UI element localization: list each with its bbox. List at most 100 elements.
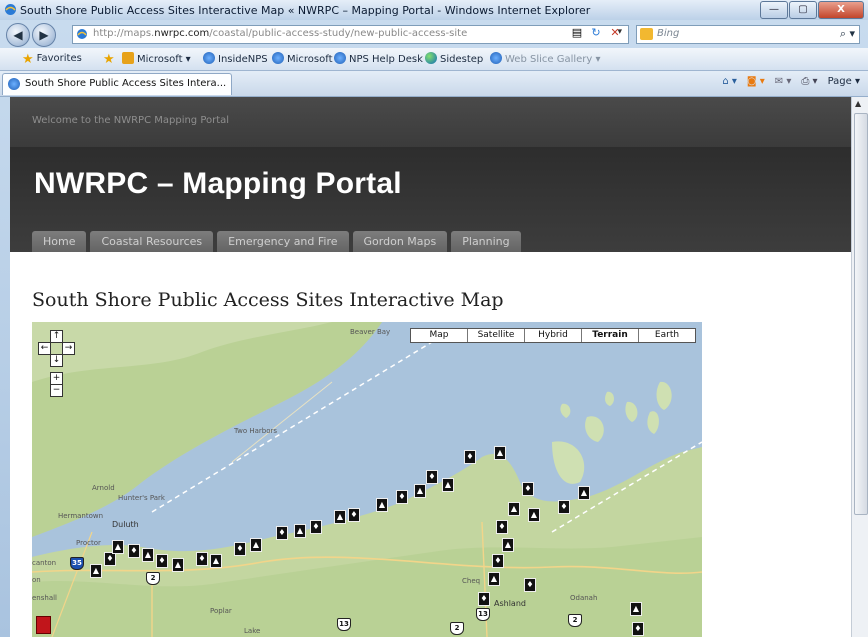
access-site-marker-icon[interactable]: ♦ — [558, 500, 570, 514]
compatibility-view-icon[interactable]: ▤ — [569, 25, 585, 41]
tab-ie-icon — [8, 78, 20, 90]
access-site-marker-icon[interactable]: ♦ — [128, 544, 140, 558]
access-site-marker-icon[interactable]: ▲ — [414, 484, 426, 498]
access-site-marker-icon[interactable]: ▲ — [528, 508, 540, 522]
scrollbar-thumb[interactable] — [854, 113, 868, 515]
map-type-earth[interactable]: Earth — [638, 329, 695, 342]
home-icon[interactable]: ⌂ ▾ — [722, 76, 737, 87]
forward-button[interactable]: ▶ — [32, 23, 56, 47]
access-site-marker-icon[interactable]: ▲ — [376, 498, 388, 512]
fav-item-nps-help-desk[interactable]: NPS Help Desk — [334, 52, 423, 65]
access-site-marker-icon[interactable]: ▲ — [294, 524, 306, 538]
access-site-marker-icon[interactable]: ♦ — [196, 552, 208, 566]
access-site-marker-icon[interactable]: ▲ — [334, 510, 346, 524]
tab-row: South Shore Public Access Sites Intera..… — [0, 71, 868, 97]
mail-icon[interactable]: ✉ ▾ — [775, 76, 792, 87]
access-site-marker-icon[interactable]: ▲ — [90, 564, 102, 578]
interactive-map[interactable]: Beaver Bay Two Harbors Arnold Hunter's P… — [32, 322, 702, 637]
bing-icon — [640, 28, 653, 40]
pan-right-icon[interactable]: → — [62, 342, 75, 355]
access-site-marker-icon[interactable]: ♦ — [478, 592, 490, 606]
access-site-marker-icon[interactable]: ♦ — [496, 520, 508, 534]
browser-tab[interactable]: South Shore Public Access Sites Intera..… — [2, 73, 232, 95]
map-terrain — [32, 322, 702, 637]
access-site-marker-icon[interactable]: ▲ — [578, 486, 590, 500]
add-favorites-icon[interactable]: ★ — [103, 52, 118, 67]
browser-window: South Shore Public Access Sites Interact… — [0, 0, 868, 637]
access-site-marker-icon[interactable]: ♦ — [464, 450, 476, 464]
back-button[interactable]: ◀ — [6, 23, 30, 47]
page-scrollbar[interactable]: ▲ — [851, 97, 868, 637]
access-site-marker-icon[interactable]: ▲ — [172, 558, 184, 572]
site-topbar: Welcome to the NWRPC Mapping Portal — [10, 97, 851, 147]
fav-item-microsoft[interactable]: Microsoft — [272, 52, 333, 65]
stop-icon[interactable]: ✕ — [607, 25, 623, 41]
access-site-marker-icon[interactable]: ▲ — [508, 502, 520, 516]
fav-item-microsoft-menu[interactable]: Microsoft ▾ — [122, 52, 191, 65]
ie-icon — [490, 52, 502, 64]
search-icon[interactable]: ⌕ ▾ — [840, 27, 855, 41]
map-type-terrain[interactable]: Terrain — [581, 329, 638, 342]
ie-icon — [203, 52, 215, 64]
access-site-marker-icon[interactable]: ▲ — [502, 538, 514, 552]
access-site-marker-icon[interactable]: ♦ — [522, 482, 534, 496]
star-icon: ★ — [22, 52, 34, 67]
tab-label: South Shore Public Access Sites Intera..… — [25, 78, 227, 89]
title-bar: South Shore Public Access Sites Interact… — [0, 0, 868, 20]
access-site-marker-icon[interactable]: ▲ — [442, 478, 454, 492]
scroll-up-icon[interactable]: ▲ — [855, 99, 861, 108]
nav-gordon-maps[interactable]: Gordon Maps — [352, 231, 448, 252]
minimize-button[interactable]: — — [760, 1, 788, 19]
highway-shield-icon: 35 — [70, 557, 84, 570]
access-site-marker-icon[interactable]: ▲ — [488, 572, 500, 586]
access-site-marker-icon[interactable]: ▲ — [142, 548, 154, 562]
access-site-marker-icon[interactable]: ▲ — [250, 538, 262, 552]
maximize-button[interactable]: ▢ — [789, 1, 817, 19]
pan-down-icon[interactable]: ↓ — [50, 354, 63, 367]
favorites-button[interactable]: ★ Favorites — [22, 52, 82, 67]
nav-home[interactable]: Home — [32, 231, 87, 252]
page-menu-button[interactable]: Page ▾ — [828, 76, 860, 87]
search-input[interactable]: Bing — [657, 28, 679, 39]
access-site-marker-icon[interactable]: ♦ — [632, 622, 644, 636]
print-icon[interactable]: ⎙ ▾ — [801, 76, 817, 87]
search-box[interactable]: Bing ⌕ ▾ — [636, 25, 860, 44]
access-site-marker-icon[interactable]: ▲ — [210, 554, 222, 568]
access-site-marker-icon[interactable]: ♦ — [234, 542, 246, 556]
fav-item-web-slice-gallery[interactable]: Web Slice Gallery ▾ — [490, 52, 601, 65]
address-tools: ▤ ↻ ✕ — [569, 25, 626, 41]
refresh-icon[interactable]: ↻ — [588, 25, 604, 41]
nav-emergency-and-fire[interactable]: Emergency and Fire — [217, 231, 349, 252]
map-label: on — [32, 576, 41, 584]
address-bar[interactable]: http://maps.nwrpc.com/coastal/public-acc… — [72, 25, 629, 44]
access-site-marker-icon[interactable]: ♦ — [426, 470, 438, 484]
map-type-map[interactable]: Map — [411, 329, 467, 342]
nav-planning[interactable]: Planning — [451, 231, 521, 252]
access-site-marker-icon[interactable]: ▲ — [494, 446, 506, 460]
access-site-marker-icon[interactable]: ♦ — [276, 526, 288, 540]
nav-coastal-resources[interactable]: Coastal Resources — [90, 231, 214, 252]
access-site-marker-icon[interactable]: ♦ — [156, 554, 168, 568]
site-nav: Home Coastal Resources Emergency and Fir… — [32, 231, 525, 252]
map-type-hybrid[interactable]: Hybrid — [524, 329, 581, 342]
access-site-marker-icon[interactable]: ♦ — [310, 520, 322, 534]
rss-feed-icon[interactable]: ◙ ▾ — [747, 76, 765, 87]
zoom-out-icon[interactable]: − — [50, 384, 63, 397]
street-view-pegman-icon[interactable] — [36, 616, 51, 634]
access-site-marker-icon[interactable]: ♦ — [396, 490, 408, 504]
map-label: Hermantown — [58, 512, 104, 520]
fav-item-sidestep[interactable]: Sidestep — [425, 52, 483, 65]
access-site-marker-icon[interactable]: ▲ — [630, 602, 642, 616]
access-site-marker-icon[interactable]: ♦ — [348, 508, 360, 522]
close-button[interactable]: X — [818, 1, 864, 19]
access-site-marker-icon[interactable]: ♦ — [104, 552, 116, 566]
fav-item-insidenps[interactable]: InsideNPS — [203, 52, 268, 65]
access-site-marker-icon[interactable]: ♦ — [492, 554, 504, 568]
access-site-marker-icon[interactable]: ▲ — [112, 540, 124, 554]
globe-icon — [425, 52, 437, 64]
ie-icon — [334, 52, 346, 64]
map-label: Two Harbors — [234, 427, 278, 435]
map-label: Cheq — [462, 577, 481, 585]
map-type-satellite[interactable]: Satellite — [467, 329, 524, 342]
access-site-marker-icon[interactable]: ♦ — [524, 578, 536, 592]
